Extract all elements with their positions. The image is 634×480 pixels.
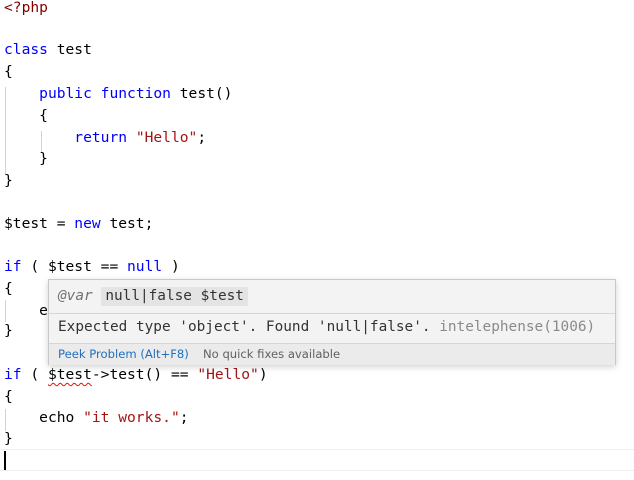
brace-open: { (4, 388, 13, 405)
type-signature: null|false $test (101, 287, 248, 306)
hover-divider (49, 313, 615, 314)
assign-operator: = (47, 215, 75, 232)
paren-close: ) (162, 258, 180, 275)
semicolon: ; (179, 409, 189, 426)
code-line-16: } (4, 320, 13, 342)
peek-problem-link[interactable]: Peek Problem (Alt+F8) (58, 344, 189, 364)
keyword-function: function (100, 85, 171, 102)
hover-widget[interactable]: @var null|false $test Expected type 'obj… (48, 279, 616, 365)
paren-open: ( (21, 366, 48, 383)
code-line-3: class test (4, 39, 92, 61)
brace-open: { (39, 107, 48, 124)
no-quick-fixes-label: No quick fixes available (203, 347, 341, 361)
code-line-1: <?php (4, 0, 48, 19)
brace-open: { (4, 280, 13, 297)
code-line-11: $test = new test; (4, 213, 153, 235)
method-signature: test() (170, 85, 233, 102)
code-line-18: if ( $test->test() == "Hello") (4, 364, 268, 386)
code-line-14: { (4, 278, 13, 300)
keyword-null: null (127, 258, 163, 275)
brace-open: { (4, 63, 13, 80)
text-cursor (4, 451, 6, 470)
keyword-return: return (74, 129, 128, 146)
brace-close: } (39, 150, 48, 167)
error-variable-test[interactable]: $test (48, 366, 92, 383)
code-line-13: if ( $test == null ) (4, 256, 180, 278)
if-condition: $test == (47, 258, 128, 275)
code-line-19: { (4, 386, 13, 408)
echo-keyword: echo (39, 409, 84, 426)
brace-close: } (4, 172, 13, 189)
code-line-5: public function test() (4, 83, 232, 105)
diagnostic-message: Expected type 'object'. Found 'null|fals… (58, 319, 431, 335)
brace-close: } (4, 430, 13, 447)
code-line-7: return "Hello"; (4, 127, 206, 149)
var-annotation: @var (58, 288, 93, 304)
method-call: ->test() == (91, 366, 198, 383)
string-hello: "Hello" (197, 366, 259, 383)
code-line-15: e (4, 300, 48, 322)
string-it-works: "it works." (83, 409, 180, 426)
diagnostic-source: intelephense(1006) (439, 319, 596, 335)
new-target: test; (100, 215, 154, 232)
keyword-class: class (4, 41, 48, 58)
hover-signature: @var null|false $test (58, 285, 248, 307)
keyword-new: new (74, 215, 101, 232)
code-line-20: echo "it works."; (4, 407, 189, 429)
paren-close: ) (258, 366, 268, 383)
php-open-tag: <?php (4, 0, 48, 16)
brace-close: } (4, 322, 13, 339)
code-line-8: } (4, 148, 48, 170)
keyword-public: public (39, 85, 92, 102)
code-line-4: { (4, 61, 13, 83)
current-line-highlight (0, 449, 634, 471)
code-line-6: { (4, 105, 48, 127)
diagnostic-message-row: Expected type 'object'. Found 'null|fals… (58, 316, 595, 338)
code-line-9: } (4, 170, 13, 192)
keyword-if: if (4, 366, 22, 383)
variable-test: $test (4, 215, 48, 232)
echo-partial: e (39, 302, 48, 319)
hover-status-bar: Peek Problem (Alt+F8) No quick fixes ava… (49, 343, 615, 365)
semicolon: ; (197, 129, 207, 146)
code-editor[interactable]: <?php class test { public function test(… (0, 0, 634, 480)
code-line-21: } (4, 428, 13, 450)
keyword-if: if (4, 258, 22, 275)
paren-open: ( (21, 258, 48, 275)
string-hello: "Hello" (135, 129, 198, 146)
class-name: test (47, 41, 92, 58)
